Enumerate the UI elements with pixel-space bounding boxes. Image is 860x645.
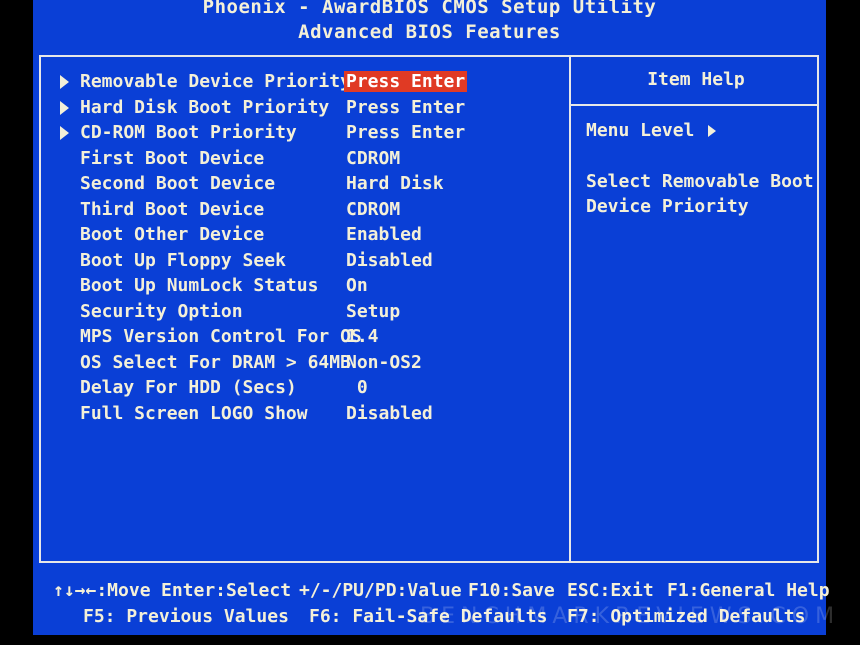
setting-row[interactable]: Third Boot Device CDROM [33,199,563,224]
panel-divider [569,55,571,563]
page-title: Advanced BIOS Features [298,21,561,43]
setting-label: Boot Up Floppy Seek [80,249,286,271]
setting-row[interactable]: Boot Up Floppy Seek Disabled [33,250,563,275]
setting-label: Hard Disk Boot Priority [80,96,330,118]
setting-value[interactable]: Non-OS2 [346,352,422,373]
key-save: F10:Save [468,580,555,601]
submenu-arrow-icon [60,75,69,89]
setting-label: First Boot Device [80,147,265,169]
setting-label: Second Boot Device [80,173,276,194]
setting-value[interactable]: On [346,275,368,296]
setting-label: Full Screen LOGO Show [80,402,308,424]
setting-value[interactable]: Disabled [346,250,433,271]
setting-label: Boot Other Device [80,224,265,245]
setting-label: Removable Device Priority [80,71,351,92]
submenu-arrow-icon [60,100,69,115]
setting-value[interactable]: Press Enter [346,122,465,143]
setting-row[interactable]: Hard Disk Boot Priority Press Enter [33,97,563,122]
key-previous-values: F5: Previous Values [83,606,289,627]
setting-value[interactable]: Press Enter [344,71,468,92]
setting-row[interactable]: Delay For HDD (Secs) 0 [33,377,563,402]
key-exit: ESC:Exit [567,580,654,601]
utility-title: Phoenix - AwardBIOS CMOS Setup Utility [202,0,657,18]
help-description-line2: Device Priority [586,196,749,217]
setting-value[interactable]: Hard Disk [346,173,444,194]
watermark: BENCHMARKREVIEWS.COM [420,604,841,629]
setting-value[interactable]: 0 [346,377,368,398]
menu-level: Menu Level [586,120,717,141]
setting-row[interactable]: Boot Up NumLock Status On [33,275,563,300]
setting-label: CD-ROM Boot Priority [80,122,297,143]
setting-label: OS Select For DRAM > 64MB [80,351,351,373]
setting-row[interactable]: Full Screen LOGO Show Disabled [33,403,563,428]
setting-label: Boot Up NumLock Status [80,275,319,296]
key-move: ↑↓→←:Move [53,580,151,601]
help-description-line1: Select Removable Boot [586,171,814,192]
menu-level-label: Menu Level [586,120,695,141]
setting-value[interactable]: Enabled [346,224,422,245]
setting-value[interactable]: Press Enter [346,97,465,118]
help-separator [571,104,819,106]
setting-value[interactable]: Disabled [346,403,433,424]
setting-value[interactable]: CDROM [346,199,400,220]
submenu-arrow-icon [60,126,69,140]
setting-value[interactable]: Setup [346,301,400,322]
setting-row[interactable]: First Boot Device CDROM [33,148,563,173]
setting-label: Delay For HDD (Secs) [80,377,297,398]
setting-row[interactable]: Boot Other Device Enabled [33,224,563,249]
setting-value[interactable]: 1.4 [346,326,379,347]
setting-value[interactable]: CDROM [346,148,400,169]
key-general-help: F1:General Help [667,580,830,601]
key-value: +/-/PU/PD:Value [299,580,462,601]
setting-row[interactable]: Security Option Setup [33,301,563,326]
item-help-title: Item Help [647,69,745,90]
setting-label: Security Option [80,300,243,322]
key-select: Enter:Select [161,580,292,601]
setting-row[interactable]: CD-ROM Boot Priority Press Enter [33,122,563,147]
bios-screen: Phoenix - AwardBIOS CMOS Setup Utility A… [33,0,830,635]
setting-row[interactable]: Removable Device Priority Press Enter [33,71,563,96]
setting-label: Third Boot Device [80,198,265,220]
menu-level-arrow-icon [708,125,717,137]
setting-row[interactable]: Second Boot Device Hard Disk [33,173,563,198]
setting-row[interactable]: MPS Version Control For OS 1.4 [33,326,563,351]
setting-label: MPS Version Control For OS [80,326,362,347]
setting-row[interactable]: OS Select For DRAM > 64MB Non-OS2 [33,352,563,377]
